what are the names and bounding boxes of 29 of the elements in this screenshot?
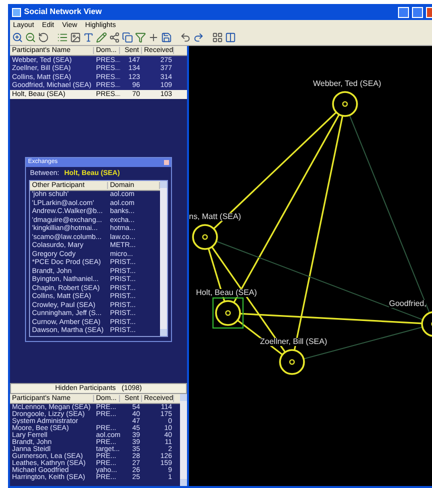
app-icon: [12, 8, 21, 16]
pencil-icon[interactable]: [96, 32, 107, 43]
share-icon[interactable]: [109, 32, 120, 43]
close-button[interactable]: [426, 6, 432, 18]
node-label: Goodfried,: [389, 300, 426, 308]
redo-icon[interactable]: [193, 32, 204, 43]
letter-icon[interactable]: [83, 32, 94, 43]
node-label: Zoellner, Bill (SEA): [260, 338, 328, 346]
node-label: Webber, Ted (SEA): [313, 80, 382, 88]
save-icon[interactable]: [161, 32, 172, 43]
scrollbar[interactable]: [160, 180, 167, 336]
zoom-out-icon[interactable]: [25, 32, 36, 43]
copy-icon[interactable]: [122, 32, 133, 43]
columns-icon[interactable]: [225, 32, 236, 43]
grid-icon[interactable]: [212, 32, 223, 43]
plus-icon[interactable]: [148, 32, 159, 43]
rotate-icon[interactable]: [38, 32, 49, 43]
minimize-button[interactable]: [398, 6, 409, 18]
list-icon[interactable]: [57, 32, 68, 43]
node-circle[interactable]: [212, 297, 244, 329]
filter-icon[interactable]: [135, 32, 146, 43]
node-label: Holt, Beau (SEA): [196, 289, 257, 297]
node-label: ns, Matt (SEA): [189, 213, 242, 221]
maximize-button[interactable]: [412, 6, 423, 18]
image-icon[interactable]: [70, 32, 81, 43]
undo-icon[interactable]: [180, 32, 191, 43]
zoom-in-icon[interactable]: [12, 32, 23, 43]
scrollbar[interactable]: [180, 394, 187, 486]
window-title: Social Network View: [24, 8, 102, 16]
